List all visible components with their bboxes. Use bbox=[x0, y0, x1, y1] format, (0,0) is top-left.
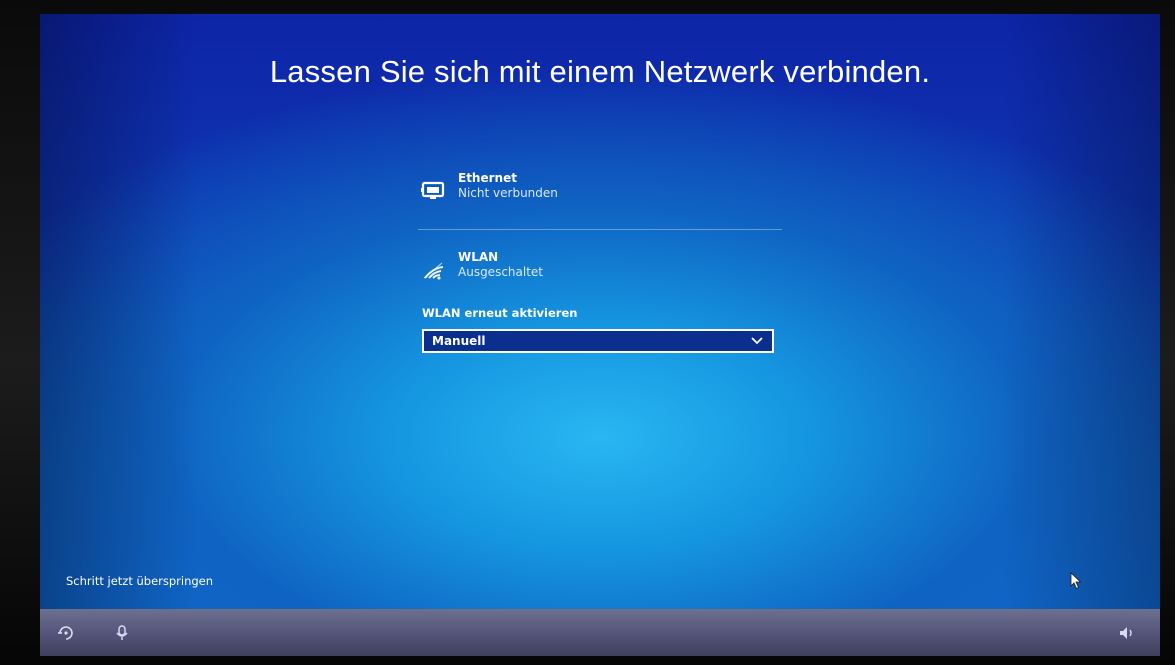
skip-step-link[interactable]: Schritt jetzt überspringen bbox=[66, 574, 213, 588]
chevron-down-icon bbox=[750, 334, 764, 348]
network-name: Ethernet bbox=[458, 171, 517, 185]
taskbar bbox=[40, 609, 1160, 656]
network-status: Ausgeschaltet bbox=[458, 265, 544, 279]
volume-icon[interactable] bbox=[1118, 623, 1138, 643]
ease-of-access-icon[interactable] bbox=[56, 623, 76, 643]
wlan-reactivate-dropdown[interactable]: Manuell bbox=[422, 329, 774, 353]
page-title: Lassen Sie sich mit einem Netzwerk verbi… bbox=[269, 54, 931, 89]
mouse-cursor-icon bbox=[1070, 572, 1082, 590]
wlan-reactivate-label: WLAN erneut aktivieren bbox=[422, 306, 578, 320]
network-divider bbox=[418, 229, 782, 230]
wifi-icon bbox=[418, 256, 450, 284]
network-item-ethernet[interactable]: Ethernet Nicht verbunden bbox=[418, 169, 782, 207]
network-list: Ethernet Nicht verbunden WLAN Ausgeschal… bbox=[418, 169, 782, 353]
microphone-icon[interactable] bbox=[112, 623, 132, 643]
network-status: Nicht verbunden bbox=[458, 186, 558, 200]
network-name: WLAN bbox=[458, 250, 499, 264]
oobe-screen: Lassen Sie sich mit einem Netzwerk verbi… bbox=[40, 14, 1160, 656]
network-item-wlan[interactable]: WLAN Ausgeschaltet bbox=[418, 248, 782, 286]
ethernet-icon bbox=[418, 177, 450, 205]
dropdown-selected-value: Manuell bbox=[432, 334, 486, 348]
